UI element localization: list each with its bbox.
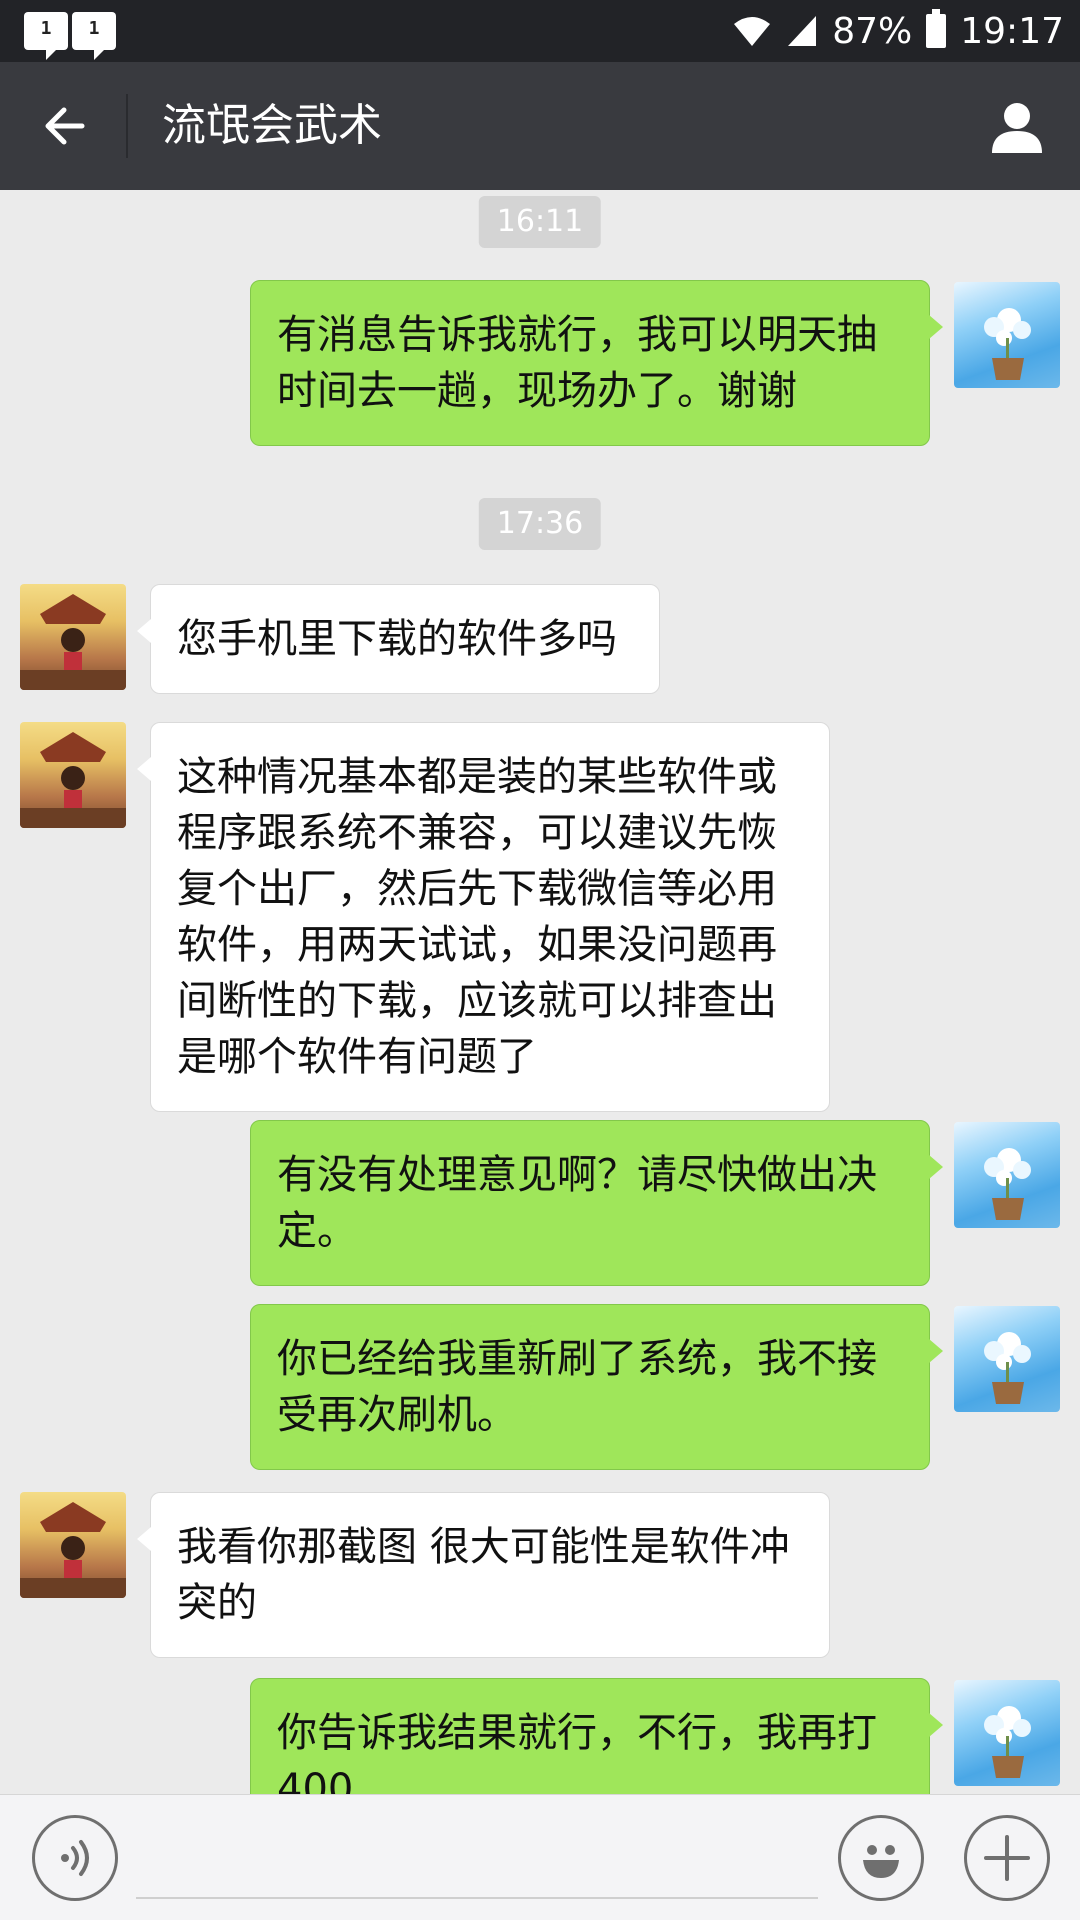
incoming-message[interactable]: 我看你那截图 很大可能性是软件冲突的: [137, 1492, 830, 1658]
emoji-button[interactable]: [838, 1815, 924, 1901]
flower-icon: [984, 308, 1031, 380]
divider: [126, 94, 128, 158]
outgoing-message[interactable]: 你告诉我结果就行，不行，我再打400: [250, 1678, 943, 1794]
outgoing-message[interactable]: 有消息告诉我就行，我可以明天抽时间去一趟，现场办了。谢谢: [250, 280, 943, 446]
status-bar: 1 1 87% 19:17: [0, 0, 1080, 62]
contact-avatar[interactable]: [20, 584, 126, 690]
my-avatar[interactable]: [954, 1680, 1060, 1786]
plus-icon: [984, 1835, 1030, 1881]
back-button[interactable]: [20, 86, 108, 166]
battery-icon: [926, 9, 947, 48]
flower-icon: [984, 1332, 1031, 1404]
wifi-icon: [734, 17, 771, 46]
outgoing-message[interactable]: 有没有处理意见啊？请尽快做出决定。: [250, 1120, 943, 1286]
profile-button[interactable]: [982, 92, 1052, 162]
timestamp: 16:11: [478, 196, 602, 248]
timestamp: 17:36: [478, 498, 602, 550]
flower-icon: [984, 1706, 1031, 1778]
chat-header: 流氓会武术: [0, 62, 1080, 190]
signal-icon: [788, 16, 817, 46]
incoming-message[interactable]: 您手机里下载的软件多吗: [137, 584, 660, 694]
my-avatar[interactable]: [954, 282, 1060, 388]
emoji-icon: [863, 1845, 899, 1878]
my-avatar[interactable]: [954, 1122, 1060, 1228]
clock: 19:17: [960, 10, 1064, 52]
contact-photo-icon: [20, 732, 126, 828]
more-button[interactable]: [964, 1815, 1050, 1901]
voice-icon: [61, 1840, 89, 1876]
voice-button[interactable]: [32, 1815, 118, 1901]
chat-list[interactable]: 16:11 有消息告诉我就行，我可以明天抽时间去一趟，现场办了。谢谢 17:36…: [0, 190, 1080, 1794]
contact-photo-icon: [20, 1502, 126, 1598]
contact-avatar[interactable]: [20, 722, 126, 828]
chat-title: 流氓会武术: [162, 100, 382, 151]
incoming-message[interactable]: 这种情况基本都是装的某些软件或程序跟系统不兼容，可以建议先恢复个出厂，然后先下载…: [137, 722, 830, 1112]
input-bar: [0, 1794, 1080, 1920]
outgoing-message[interactable]: 你已经给我重新刷了系统，我不接受再次刷机。: [250, 1304, 943, 1470]
contact-avatar[interactable]: [20, 1492, 126, 1598]
battery-percent: 87%: [832, 10, 913, 52]
flower-icon: [984, 1148, 1031, 1220]
my-avatar[interactable]: [954, 1306, 1060, 1412]
notification-icon: 1: [24, 12, 68, 60]
person-icon: [992, 103, 1042, 153]
contact-photo-icon: [20, 594, 126, 690]
message-input[interactable]: [136, 1897, 818, 1899]
arrow-left-icon: [45, 107, 85, 145]
notification-icon: 1: [72, 12, 116, 60]
